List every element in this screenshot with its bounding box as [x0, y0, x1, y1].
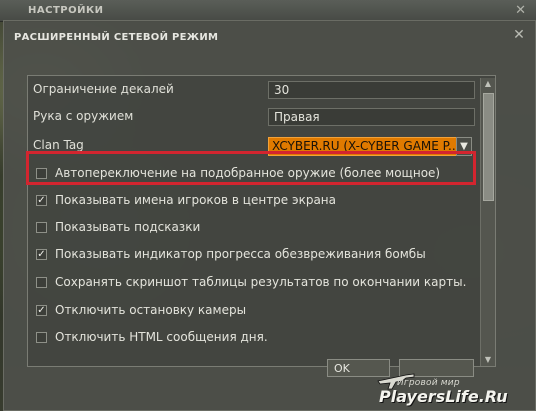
checkbox-row[interactable]: ✓ Показывать имена игроков в центре экра… [36, 193, 456, 210]
checkbox-label: Отключить остановку камеры [55, 303, 247, 317]
checkbox[interactable]: ✓ [36, 195, 47, 206]
checkbox[interactable] [36, 332, 47, 343]
checkbox-label: Отключить HTML сообщения дня. [55, 330, 268, 344]
weapon-hand-select[interactable]: Правая [268, 108, 475, 126]
scroll-up-icon[interactable]: ▲ [482, 78, 494, 90]
scrollbar-thumb[interactable] [483, 93, 494, 201]
outer-close-icon[interactable]: ✕ [515, 4, 526, 18]
scroll-down-icon[interactable]: ▼ [482, 354, 494, 366]
watermark-logo: PlayersLife.Ru [379, 387, 508, 406]
checkbox[interactable]: ✓ [36, 305, 47, 316]
outer-window-titlebar: НАСТРОЙКИ ✕ [0, 0, 536, 22]
close-icon[interactable]: ✕ [512, 28, 526, 42]
dialog-title: РАСШИРЕННЫЙ СЕТЕВОЙ РЕЖИМ [14, 32, 219, 43]
checkbox-row[interactable]: Сохранять скриншот таблицы результатов п… [36, 275, 466, 292]
checkbox-row[interactable]: Отключить HTML сообщения дня. [36, 330, 456, 347]
checkbox[interactable]: ✓ [36, 249, 47, 260]
settings-panel: Ограничение декалей 30 Рука с оружием Пр… [27, 75, 496, 367]
checkbox[interactable] [36, 222, 47, 233]
clan-tag-highlight [26, 151, 476, 185]
clan-tag-label: Clan Tag [33, 138, 84, 152]
outer-window-title: НАСТРОЙКИ [28, 5, 104, 16]
checkbox-label: Показывать имена игроков в центре экрана [55, 193, 337, 207]
checkbox-label: Показывать индикатор прогресса обезврежи… [55, 247, 426, 261]
weapon-hand-label: Рука с оружием [33, 109, 134, 123]
checkbox[interactable] [36, 277, 47, 288]
decal-limit-label: Ограничение декалей [33, 82, 174, 96]
checkbox-row[interactable]: ✓ Показывать индикатор прогресса обезвре… [36, 247, 456, 264]
checkbox-row[interactable]: ✓ Отключить остановку камеры [36, 303, 456, 320]
vertical-scrollbar[interactable]: ▲ ▼ [480, 78, 495, 366]
checkbox-label: Сохранять скриншот таблицы результатов п… [55, 275, 467, 289]
checkbox-label: Показывать подсказки [55, 220, 201, 234]
advanced-multiplayer-dialog: РАСШИРЕННЫЙ СЕТЕВОЙ РЕЖИМ ✕ Ограничение … [3, 20, 536, 411]
decal-limit-field[interactable]: 30 [268, 81, 475, 99]
checkbox-row[interactable]: Показывать подсказки [36, 220, 456, 237]
